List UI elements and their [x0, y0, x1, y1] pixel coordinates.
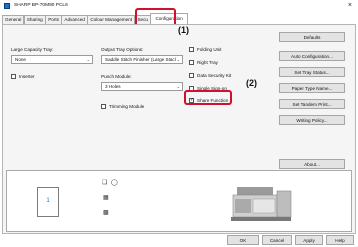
dialog-footer: OK Cancel Apply Help [0, 234, 358, 247]
device-preview: 1 ❏ ◯ ▦ ▩ [6, 170, 352, 232]
tab-sharing[interactable]: Sharing [23, 15, 46, 24]
trimming-module-checkbox[interactable]: Trimming Module [101, 104, 144, 109]
trimming-module-label: Trimming Module [109, 104, 145, 109]
set-tandem-print-button[interactable]: Set Tandem Print... [279, 99, 345, 109]
large-capacity-label: Large Capacity Tray: [11, 47, 54, 52]
checkbox-box [189, 60, 194, 65]
right-tray-checkbox[interactable]: Right Tray [189, 60, 218, 65]
folding-unit-label: Folding Unit [197, 47, 222, 52]
punch-module-value: 3 Holes [105, 84, 121, 89]
defaults-button[interactable]: Defaults [279, 32, 345, 42]
callout-step-1: (1) [178, 25, 189, 35]
copies-icon: ❏ [102, 180, 108, 186]
large-capacity-select[interactable]: None ⌄ [11, 55, 93, 64]
tab-advanced[interactable]: Advanced [61, 15, 88, 24]
title-bar: SHARP BP-70M90 PCL6 × [0, 0, 358, 11]
page-number: 1 [46, 198, 50, 204]
punch-module-select[interactable]: 3 Holes ⌄ [101, 82, 183, 91]
checkbox-box [189, 73, 194, 78]
inserter-label: Inserter [19, 74, 35, 79]
window-title: SHARP BP-70M90 PCL6 [14, 3, 68, 8]
auto-configuration-button[interactable]: Auto Configuration... [279, 51, 345, 61]
about-button[interactable]: About... [279, 159, 345, 169]
punch-icon: ▦ [103, 195, 109, 201]
right-tray-label: Right Tray [197, 60, 218, 65]
folding-unit-checkbox[interactable]: Folding Unit [189, 47, 222, 52]
writing-policy-button[interactable]: Writing Policy... [279, 115, 345, 125]
help-button[interactable]: Help [326, 235, 354, 245]
tab-colour-management[interactable]: Colour Management [87, 15, 135, 24]
paper-type-name-button[interactable]: Paper Type Name... [279, 83, 345, 93]
large-capacity-value: None [15, 57, 26, 62]
staple-icon: ◯ [111, 180, 118, 186]
chevron-down-icon: ⌄ [176, 84, 180, 89]
close-icon[interactable]: × [348, 2, 352, 9]
printer-app-icon [4, 2, 10, 9]
color-mode-icon: ▩ [103, 210, 109, 216]
checkbox-box [101, 104, 106, 109]
cancel-button[interactable]: Cancel [262, 235, 292, 245]
checkbox-box [11, 74, 16, 79]
callout-step-2: (2) [246, 78, 257, 88]
chevron-down-icon: ⌄ [86, 57, 90, 62]
data-security-checkbox[interactable]: Data Security Kit [189, 73, 231, 78]
data-security-label: Data Security Kit [197, 73, 232, 78]
tab-ports[interactable]: Ports [45, 15, 62, 24]
chevron-down-icon: ⌄ [176, 57, 180, 62]
inserter-checkbox[interactable]: Inserter [11, 74, 35, 79]
output-tray-label: Output Tray Options: [101, 47, 144, 52]
punch-module-label: Punch Module: [101, 74, 132, 79]
share-function-highlight [184, 90, 232, 105]
checkbox-box [189, 47, 194, 52]
output-tray-value: Saddle Stitch Finisher (Large Stacl [105, 57, 176, 62]
tab-general[interactable]: General [2, 15, 25, 24]
set-tray-status-button[interactable]: Set Tray Status... [279, 67, 345, 77]
ok-button[interactable]: OK [227, 235, 259, 245]
page-preview-icon: 1 [37, 187, 59, 217]
output-tray-select[interactable]: Saddle Stitch Finisher (Large Stacl ⌄ [101, 55, 183, 64]
printer-machine-icon [231, 187, 292, 221]
apply-button[interactable]: Apply [295, 235, 323, 245]
